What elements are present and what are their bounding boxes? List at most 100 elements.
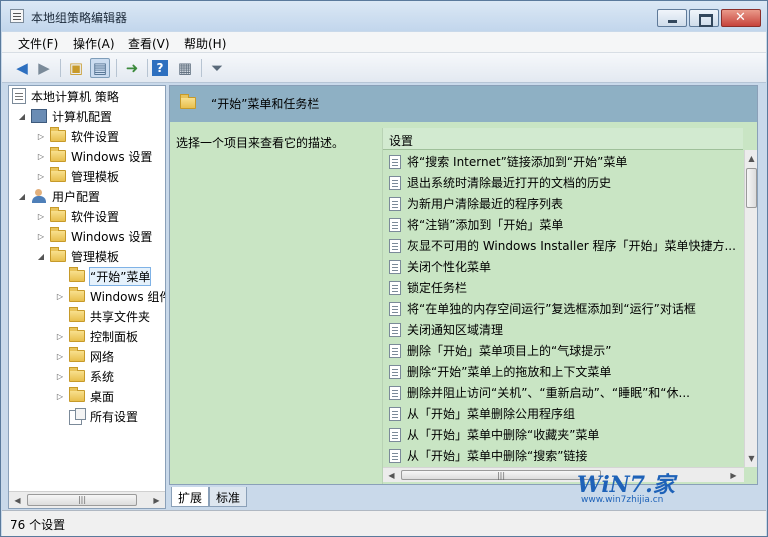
tree-item[interactable]: 共享文件夹	[55, 306, 150, 326]
setting-row[interactable]: 删除「开始」菜单项目上的“气球提示”	[383, 340, 743, 361]
setting-row[interactable]: 灰显不可用的 Windows Installer 程序「开始」菜单快捷方...	[383, 235, 743, 256]
minimize-button[interactable]	[657, 9, 687, 27]
tree-item[interactable]: ▷ 软件设置	[36, 206, 119, 226]
setting-row[interactable]: 将“注销”添加到「开始」菜单	[383, 214, 743, 235]
list-vertical-scrollbar[interactable]: ▲ ▼	[743, 150, 757, 467]
properties-icon[interactable]: ▦	[175, 58, 195, 78]
setting-icon	[389, 301, 401, 316]
scroll-right-icon[interactable]: ▶	[148, 492, 165, 508]
folder-icon	[69, 327, 85, 342]
filter-icon[interactable]: ⏷	[207, 58, 227, 78]
folder-icon	[50, 147, 66, 162]
details-pane: “开始”菜单和任务栏 选择一个项目来查看它的描述。 设置 将“搜索 Intern…	[169, 85, 758, 485]
tree-item[interactable]: ▷ Windows 设置	[36, 226, 152, 246]
tree-item[interactable]: ▷ 控制面板	[55, 326, 138, 346]
status-bar: 76 个设置	[2, 510, 766, 536]
setting-icon	[389, 385, 401, 400]
tree-start-menu[interactable]: “开始”菜单	[55, 266, 152, 286]
scroll-left-icon[interactable]: ◀	[383, 468, 400, 482]
show-hide-tree-icon[interactable]: ▤	[90, 58, 110, 78]
expand-arrow-icon[interactable]: ▷	[36, 152, 46, 161]
menu-bar: 文件(F) 操作(A) 查看(V) 帮助(H)	[2, 32, 766, 53]
tree-item[interactable]: ▷ Windows 组件	[55, 286, 165, 306]
maximize-button[interactable]	[689, 9, 719, 27]
tree-horizontal-scrollbar[interactable]: ◀ ||| ▶	[9, 491, 165, 508]
collapse-arrow-icon[interactable]: ◢	[36, 252, 46, 261]
setting-row[interactable]: 为新用户清除最近的程序列表	[383, 193, 743, 214]
tree-admin-templates[interactable]: ◢ 管理模板	[36, 246, 119, 266]
setting-row[interactable]: 退出系统时清除最近打开的文档的历史	[383, 172, 743, 193]
expand-arrow-icon[interactable]: ▷	[36, 232, 46, 241]
setting-row[interactable]: 删除并阻止访问“关机”、“重新启动”、“睡眠”和“休...	[383, 382, 743, 403]
menu-action[interactable]: 操作(A)	[73, 35, 115, 52]
tree-root[interactable]: 本地计算机 策略	[12, 86, 119, 106]
status-text: 76 个设置	[10, 518, 66, 532]
tab-standard[interactable]: 标准	[209, 487, 248, 507]
setting-icon	[389, 154, 401, 169]
all-settings-icon	[69, 408, 86, 425]
setting-row[interactable]: 将“搜索 Internet”链接添加到“开始”菜单	[383, 151, 743, 172]
setting-icon	[389, 196, 401, 211]
folder-icon	[50, 227, 66, 242]
expand-arrow-icon[interactable]: ▷	[55, 332, 65, 341]
folder-icon	[180, 94, 196, 109]
setting-row[interactable]: 关闭个性化菜单	[383, 256, 743, 277]
tree-item[interactable]: 所有设置	[55, 406, 138, 426]
setting-row[interactable]: 从「开始」菜单中删除“搜索”链接	[383, 445, 743, 466]
user-icon	[31, 189, 47, 203]
setting-icon	[389, 175, 401, 190]
tree-computer-config[interactable]: ◢ 计算机配置	[17, 106, 112, 126]
up-folder-icon[interactable]: ▣	[66, 58, 86, 78]
setting-row[interactable]: 删除“开始”菜单上的拖放和上下文菜单	[383, 361, 743, 382]
setting-icon	[389, 364, 401, 379]
scroll-thumb[interactable]	[746, 168, 757, 208]
back-icon[interactable]: ◀	[12, 58, 32, 78]
details-title: “开始”菜单和任务栏	[211, 97, 320, 111]
tree-item[interactable]: ▷ 桌面	[55, 386, 114, 406]
menu-view[interactable]: 查看(V)	[128, 35, 170, 52]
help-icon[interactable]: ?	[152, 60, 168, 76]
expand-arrow-icon[interactable]: ▷	[55, 352, 65, 361]
setting-row[interactable]: 从「开始」菜单删除公用程序组	[383, 403, 743, 424]
column-header-setting[interactable]: 设置	[383, 128, 743, 150]
description-text: 选择一个项目来查看它的描述。	[176, 136, 345, 150]
setting-row[interactable]: 锁定任务栏	[383, 277, 743, 298]
tree-pane: 本地计算机 策略 ◢ 计算机配置 ▷ 软件设置 ▷ Windows 设置 ▷ 管…	[8, 85, 166, 509]
scroll-thumb[interactable]: |||	[401, 470, 601, 480]
export-list-icon[interactable]: ➜	[122, 58, 142, 78]
expand-arrow-icon[interactable]: ▷	[55, 292, 65, 301]
expand-arrow-icon[interactable]: ▷	[36, 172, 46, 181]
scroll-up-icon[interactable]: ▲	[743, 150, 757, 166]
tree-item[interactable]: ▷ Windows 设置	[36, 146, 152, 166]
collapse-arrow-icon[interactable]: ◢	[17, 192, 27, 201]
expand-arrow-icon[interactable]: ▷	[55, 372, 65, 381]
close-button[interactable]	[721, 9, 761, 27]
main-window: 本地组策略编辑器 文件(F) 操作(A) 查看(V) 帮助(H) ◀ ▶ ▣ ▤…	[0, 0, 768, 537]
tree-item[interactable]: ▷ 软件设置	[36, 126, 119, 146]
tree-item[interactable]: ▷ 网络	[55, 346, 114, 366]
expand-arrow-icon[interactable]: ▷	[36, 132, 46, 141]
menu-file[interactable]: 文件(F)	[18, 35, 58, 52]
setting-row[interactable]: 关闭通知区域清理	[383, 319, 743, 340]
tree-item[interactable]: ▷ 系统	[55, 366, 114, 386]
scroll-left-icon[interactable]: ◀	[9, 492, 26, 508]
menu-help[interactable]: 帮助(H)	[184, 35, 226, 52]
folder-icon	[69, 307, 85, 322]
expand-arrow-icon[interactable]: ▷	[55, 392, 65, 401]
watermark: WiN7.家 www.win7zhijia.cn	[577, 467, 747, 511]
setting-row[interactable]: 将“在单独的内存空间运行”复选框添加到“运行”对话框	[383, 298, 743, 319]
window-title: 本地组策略编辑器	[31, 11, 128, 25]
tree-item[interactable]: ▷ 管理模板	[36, 166, 119, 186]
collapse-arrow-icon[interactable]: ◢	[17, 112, 27, 121]
expand-arrow-icon[interactable]: ▷	[36, 212, 46, 221]
setting-row[interactable]: 从「开始」菜单中删除“收藏夹”菜单	[383, 424, 743, 445]
tab-extended[interactable]: 扩展	[171, 487, 210, 507]
folder-icon	[69, 387, 85, 402]
scroll-thumb[interactable]: |||	[27, 494, 137, 506]
setting-icon	[389, 406, 401, 421]
tree-user-config[interactable]: ◢ 用户配置	[17, 186, 100, 206]
setting-icon	[389, 448, 401, 463]
folder-icon	[50, 207, 66, 222]
forward-icon[interactable]: ▶	[34, 58, 54, 78]
scroll-down-icon[interactable]: ▼	[743, 450, 757, 466]
